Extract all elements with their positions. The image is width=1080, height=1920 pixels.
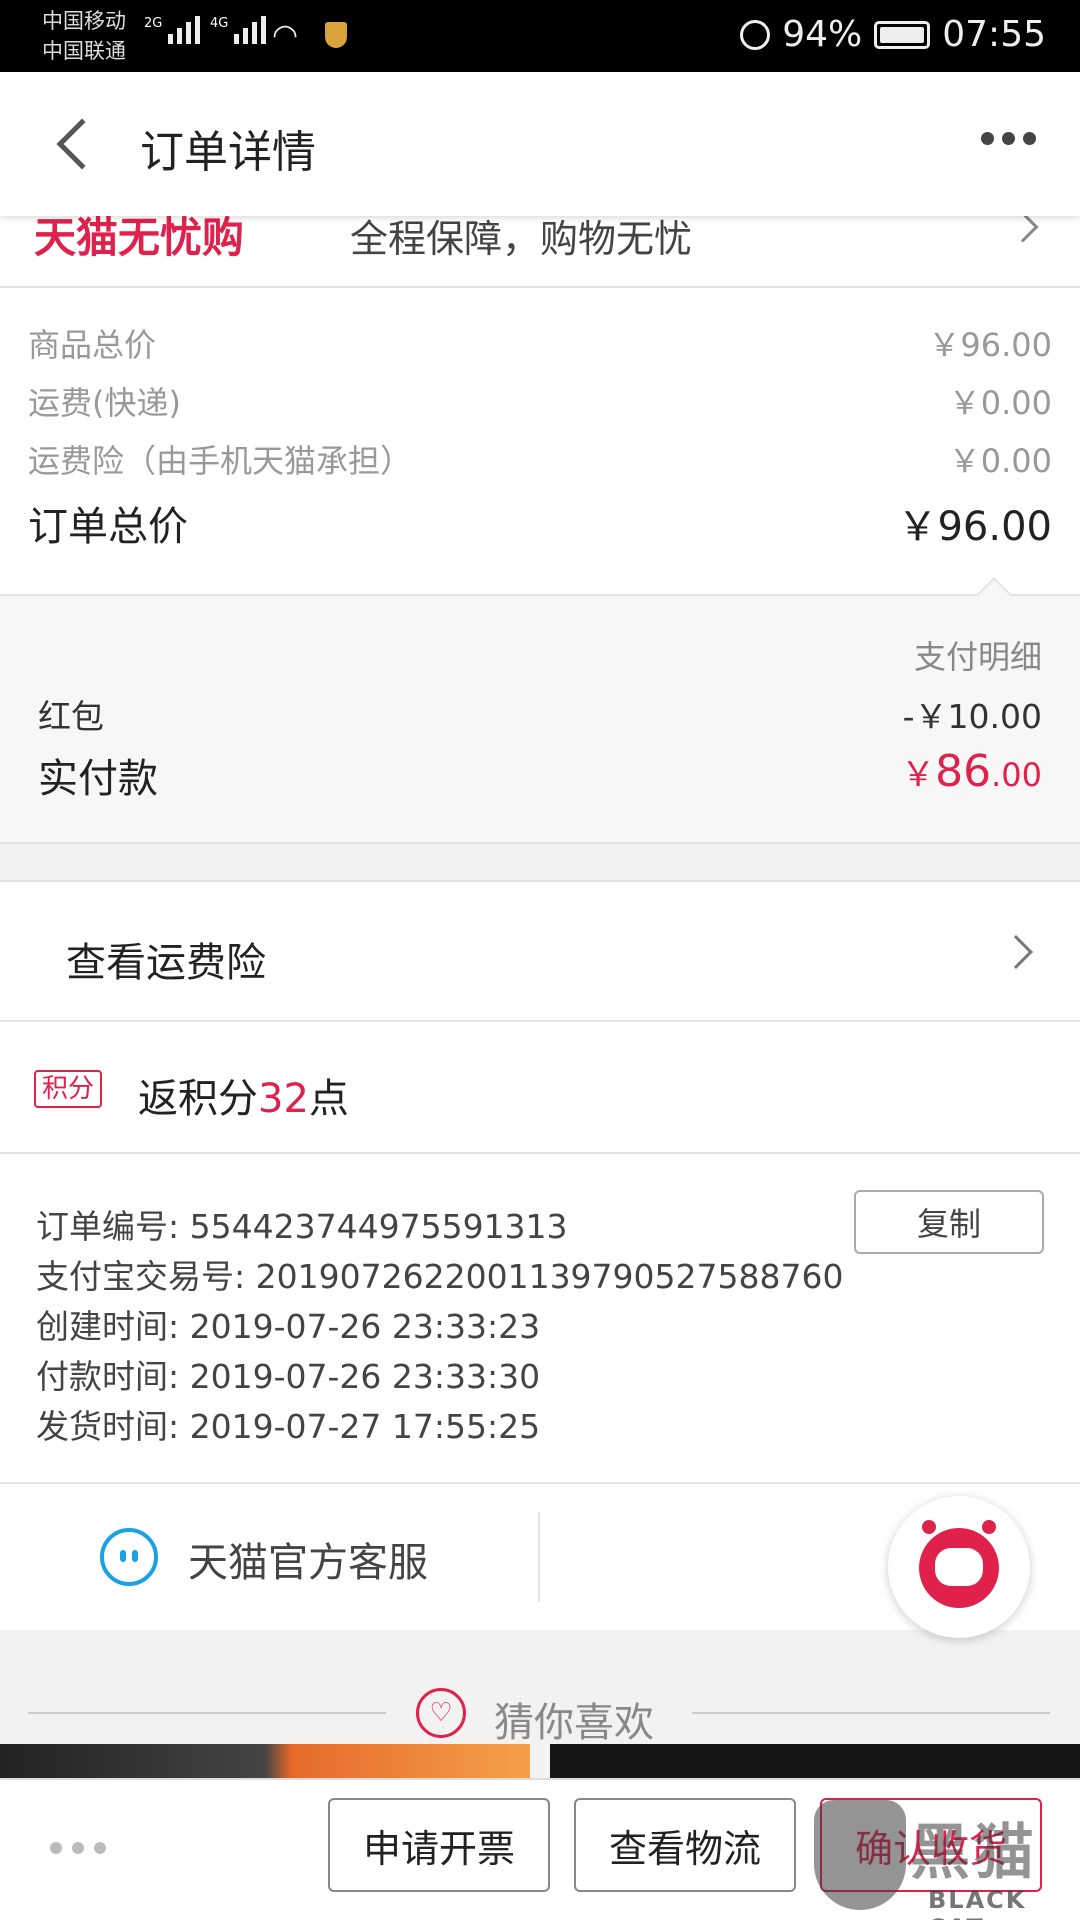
guarantee-strip[interactable]: 天猫无忧购 全程保障，购物无忧 [0, 216, 1080, 288]
divider [538, 1512, 540, 1602]
customer-service-label[interactable]: 天猫官方客服 [188, 1530, 428, 1588]
carrier-2: 中国联通 [42, 39, 126, 63]
points-number: 32 [258, 1076, 309, 1122]
confirm-receipt-button[interactable]: 确认收货 [820, 1798, 1042, 1892]
network-type-2: 4G [210, 16, 229, 31]
status-bar: 中国移动 中国联通 2G 4G ◠ 94% 07:55 [0, 0, 1080, 72]
red-packet-row: 红包 -￥10.00 [38, 690, 1042, 738]
view-shipping-insurance-label: 查看运费险 [66, 940, 266, 986]
carrier-names: 中国移动 中国联通 [42, 6, 126, 66]
goods-total-row: 商品总价 ￥96.00 [28, 320, 1052, 366]
order-number: 554423744975591313 [189, 1207, 568, 1246]
shipping-insurance-row: 运费险（由手机天猫承担） ￥0.00 [28, 436, 1052, 482]
battery-percent: 94% [782, 14, 863, 55]
shipping-insurance-label: 运费险（由手机天猫承担） [28, 442, 413, 480]
points-text: 返积分32点 [138, 1076, 349, 1122]
created-time: 2019-07-26 23:33:23 [189, 1307, 541, 1346]
shipping-insurance-value: ￥0.00 [948, 442, 1052, 480]
price-summary: 商品总价 ￥96.00 运费(快递) ￥0.00 运费险（由手机天猫承担） ￥0… [0, 288, 1080, 594]
app-header: 订单详情 [0, 72, 1080, 216]
shipping-row: 运费(快递) ￥0.00 [28, 378, 1052, 424]
customer-service-icon[interactable] [100, 1528, 158, 1586]
red-packet-value: -￥10.00 [902, 697, 1042, 736]
shipping-value: ￥0.00 [948, 384, 1052, 422]
chevron-right-icon [999, 935, 1033, 969]
alarm-icon [740, 19, 771, 50]
paid-time-line: 付款时间: 2019-07-26 23:33:30 [36, 1357, 541, 1396]
order-total-row: 订单总价 ￥96.00 [28, 494, 1052, 552]
created-time-line: 创建时间: 2019-07-26 23:33:23 [36, 1307, 541, 1346]
signal-2-icon: 4G [210, 16, 267, 44]
network-type-1: 2G [144, 16, 163, 31]
paid-label: 实付款 [38, 756, 158, 802]
heart-icon: ♡ [416, 1688, 466, 1738]
app-notification-icon [325, 22, 347, 48]
order-info: 订单编号: 554423744975591313 复制 支付宝交易号: 2019… [0, 1154, 1080, 1484]
points-reward: 积分 返积分32点 [0, 1022, 1080, 1154]
clock: 07:55 [942, 14, 1046, 55]
alipay-number: 2019072622001139790527588760 [255, 1257, 844, 1296]
guarantee-text: 全程保障，购物无忧 [350, 217, 693, 261]
more-icon[interactable] [981, 132, 1036, 145]
order-total-value: ￥96.00 [897, 504, 1052, 550]
shipping-label: 运费(快递) [28, 384, 181, 422]
paid-amount: ￥86.00 [901, 746, 1042, 797]
tmall-worry-free-logo: 天猫无忧购 [34, 216, 245, 262]
signal-1-icon: 2G [144, 16, 201, 44]
back-icon[interactable] [48, 110, 118, 180]
page-title: 订单详情 [140, 127, 316, 178]
points-badge: 积分 [34, 1070, 103, 1108]
view-shipping-insurance[interactable]: 查看运费险 [0, 880, 1080, 1022]
shipped-time-line: 发货时间: 2019-07-27 17:55:25 [36, 1407, 541, 1446]
chevron-right-icon [1007, 216, 1039, 243]
request-invoice-button[interactable]: 申请开票 [328, 1798, 550, 1892]
alipay-number-line: 支付宝交易号: 2019072622001139790527588760 [36, 1257, 844, 1296]
goods-total-label: 商品总价 [28, 326, 157, 364]
tmall-assistant-icon[interactable] [888, 1496, 1030, 1638]
wifi-icon: ◠ [272, 18, 299, 53]
paid-time: 2019-07-26 23:33:30 [189, 1357, 541, 1396]
more-actions-icon[interactable] [50, 1842, 106, 1854]
payment-details: 支付明细 红包 -￥10.00 实付款 ￥86.00 [0, 577, 1080, 844]
paid-row: 实付款 ￥86.00 [38, 746, 1042, 804]
payment-details-title: 支付明细 [913, 638, 1042, 676]
guess-you-like: ♡ 猜你喜欢 [0, 1630, 1080, 1750]
goods-total-value: ￥96.00 [928, 326, 1052, 364]
order-number-line: 订单编号: 554423744975591313 [36, 1207, 568, 1246]
carrier-1: 中国移动 [42, 9, 126, 33]
bottom-action-bar: 申请开票 查看物流 确认收货 [0, 1778, 1080, 1920]
shipped-time: 2019-07-27 17:55:25 [189, 1407, 541, 1446]
copy-button[interactable]: 复制 [854, 1190, 1044, 1254]
order-total-label: 订单总价 [28, 504, 188, 550]
red-packet-label: 红包 [38, 697, 104, 736]
view-logistics-button[interactable]: 查看物流 [574, 1798, 796, 1892]
guess-you-like-label: 猜你喜欢 [494, 1700, 654, 1746]
battery-icon [874, 20, 931, 49]
